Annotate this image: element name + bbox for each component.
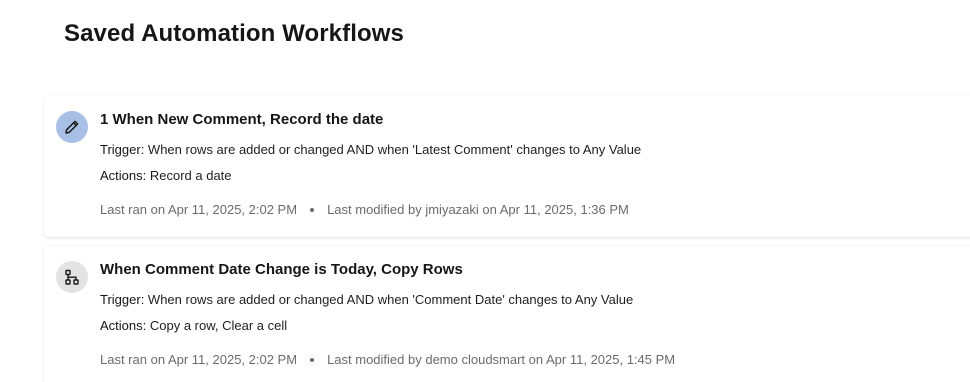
- workflow-trigger: Trigger: When rows are added or changed …: [100, 141, 641, 159]
- workflow-actions: Actions: Copy a row, Clear a cell: [100, 317, 287, 335]
- actions-text: Copy a row, Clear a cell: [146, 318, 288, 333]
- actions-label: Actions:: [100, 318, 147, 333]
- workflow-title[interactable]: When Comment Date Change is Today, Copy …: [100, 260, 463, 280]
- trigger-text: When rows are added or changed AND when …: [144, 142, 642, 157]
- separator-dot: [310, 358, 315, 362]
- workflow-card[interactable]: 1 When New Comment, Record the date Trig…: [44, 96, 970, 237]
- workflow-meta: Last ran on Apr 11, 2025, 2:02 PM Last m…: [100, 351, 675, 369]
- page: Saved Automation Workflows 1 When New Co…: [0, 0, 970, 382]
- workflow-card[interactable]: When Comment Date Change is Today, Copy …: [44, 246, 970, 382]
- pencil-icon: [56, 111, 88, 143]
- workflow-meta: Last ran on Apr 11, 2025, 2:02 PM Last m…: [100, 201, 629, 219]
- workflow-title[interactable]: 1 When New Comment, Record the date: [100, 110, 383, 130]
- last-modified: Last modified by demo cloudsmart on Apr …: [327, 352, 676, 367]
- trigger-label: Trigger:: [100, 142, 145, 157]
- actions-label: Actions:: [100, 168, 147, 183]
- actions-text: Record a date: [146, 168, 232, 183]
- trigger-label: Trigger:: [100, 292, 145, 307]
- workflow-icon: [56, 261, 88, 293]
- trigger-text: When rows are added or changed AND when …: [144, 292, 634, 307]
- workflow-trigger: Trigger: When rows are added or changed …: [100, 291, 633, 309]
- page-title: Saved Automation Workflows: [64, 20, 404, 47]
- last-ran: Last ran on Apr 11, 2025, 2:02 PM: [100, 352, 298, 367]
- last-modified: Last modified by jmiyazaki on Apr 11, 20…: [327, 202, 629, 217]
- separator-dot: [310, 208, 315, 212]
- last-ran: Last ran on Apr 11, 2025, 2:02 PM: [100, 202, 298, 217]
- workflow-actions: Actions: Record a date: [100, 167, 232, 185]
